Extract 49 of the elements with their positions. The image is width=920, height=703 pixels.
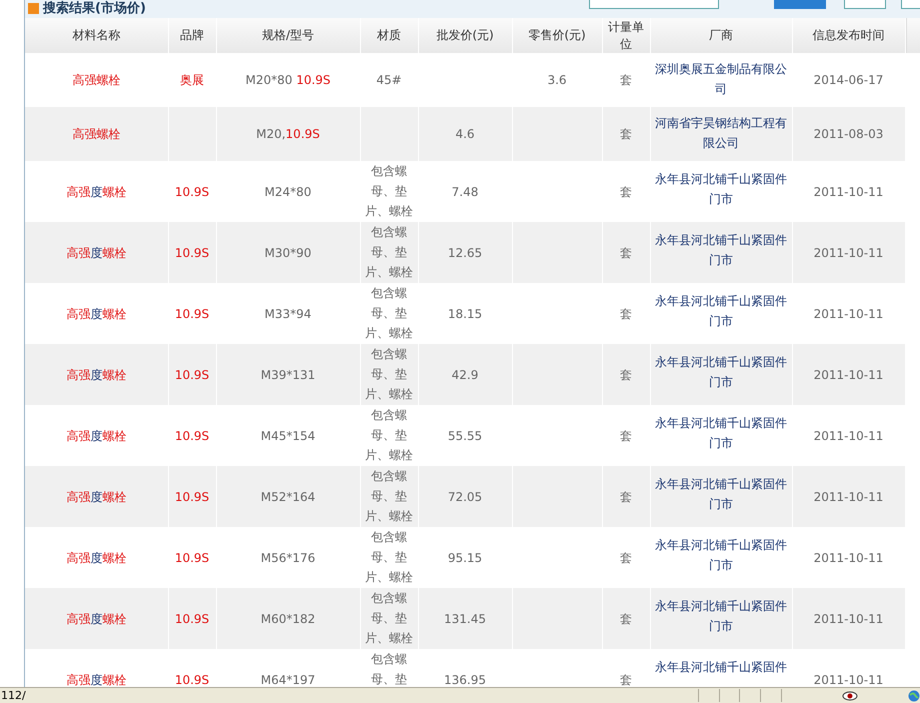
table-cell: 12.65 bbox=[418, 222, 512, 283]
table-cell: 高强度螺栓 bbox=[25, 466, 168, 527]
column-header[interactable]: 信息发布时间 bbox=[792, 18, 905, 53]
column-header[interactable]: 厂商 bbox=[650, 18, 792, 53]
table-cell: M52*164 bbox=[216, 466, 360, 527]
column-header[interactable]: 规格/型号 bbox=[216, 18, 360, 53]
table-cell[interactable]: 永年县河北铺千山紧固件门市 bbox=[650, 466, 792, 527]
table-cell: 套 bbox=[602, 588, 650, 649]
table-cell: 131.45 bbox=[418, 588, 512, 649]
table-cell: 套 bbox=[602, 107, 650, 161]
table-cell: 套 bbox=[602, 466, 650, 527]
table-cell: 72.05 bbox=[418, 466, 512, 527]
column-header[interactable]: 品牌 bbox=[168, 18, 216, 53]
table-cell: 2011-08-03 bbox=[792, 107, 905, 161]
section-title: 搜索结果(市场价) bbox=[43, 1, 146, 17]
table-cell: 高强度螺栓 bbox=[25, 344, 168, 405]
column-header[interactable]: 材料名称 bbox=[25, 18, 168, 53]
table-cell[interactable]: 河南省宇昊钢结构工程有限公司 bbox=[650, 107, 792, 161]
table-cell: 包含螺母、垫片、螺栓 bbox=[360, 466, 418, 527]
table-cell: 高强螺栓 bbox=[25, 107, 168, 161]
table-cell: 高强度螺栓 bbox=[25, 588, 168, 649]
table-cell: 2011-10-11 bbox=[792, 344, 905, 405]
table-cell: 10.9S bbox=[168, 222, 216, 283]
table-cell: 10.9S bbox=[168, 344, 216, 405]
table-cell[interactable]: 永年县河北铺千山紧固件门市 bbox=[650, 344, 792, 405]
table-cell[interactable]: 永年县河北铺千山紧固件门市 bbox=[650, 222, 792, 283]
table-cell: 2011-10-11 bbox=[792, 466, 905, 527]
column-header[interactable]: 零售价(元) bbox=[512, 18, 602, 53]
column-header[interactable]: 材质 bbox=[360, 18, 418, 53]
table-cell: 10.9S bbox=[168, 588, 216, 649]
table-cell: 2011-10-11 bbox=[792, 588, 905, 649]
table-cell: M20,10.9S bbox=[216, 107, 360, 161]
table-cell: 10.9S bbox=[168, 466, 216, 527]
table-cell: 包含螺母、垫片、螺栓 bbox=[360, 588, 418, 649]
table-cell: 包含螺母、垫片、螺栓 bbox=[360, 344, 418, 405]
column-header[interactable]: 批发价(元) bbox=[418, 18, 512, 53]
table-cell: 2011-10-11 bbox=[792, 222, 905, 283]
table-cell: 高强度螺栓 bbox=[25, 222, 168, 283]
table-cell: M30*90 bbox=[216, 222, 360, 283]
table-cell[interactable]: 永年县河北铺千山紧固件门市 bbox=[650, 588, 792, 649]
status-text: 112/ bbox=[0, 689, 27, 702]
table-cell: 42.9 bbox=[418, 344, 512, 405]
table-cell: 包含螺母、垫片、螺栓 bbox=[360, 222, 418, 283]
table-cell: M39*131 bbox=[216, 344, 360, 405]
table-cell: 套 bbox=[602, 344, 650, 405]
table-cell: 套 bbox=[602, 222, 650, 283]
table-cell: M60*182 bbox=[216, 588, 360, 649]
table-cell: 4.6 bbox=[418, 107, 512, 161]
column-header[interactable]: 计量单位 bbox=[602, 18, 650, 53]
